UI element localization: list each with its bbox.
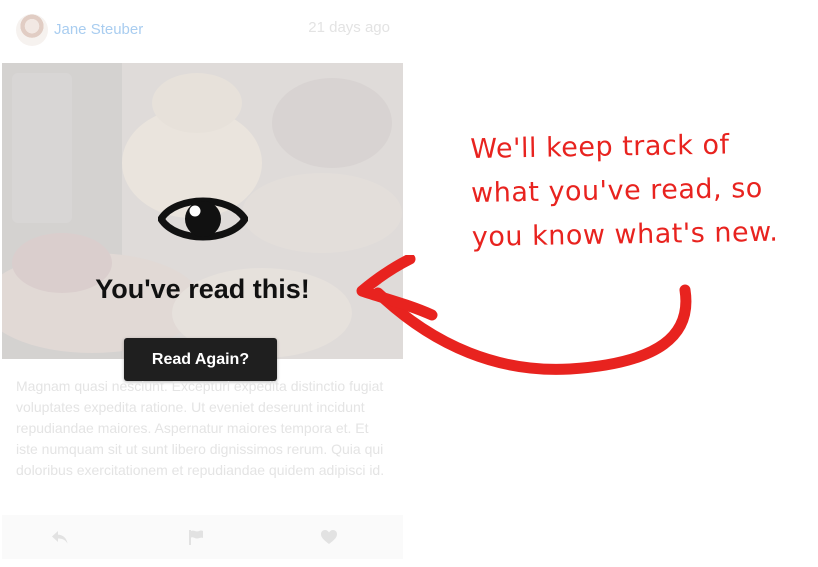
post-action-bar [2, 515, 403, 559]
reply-icon[interactable] [51, 528, 69, 546]
annotation-note: We'll keep track of what you've read, so… [470, 122, 818, 260]
post-body-text: Magnam quasi nesciunt. Excepturi expedit… [16, 378, 385, 478]
author-avatar[interactable] [16, 14, 48, 46]
post-header: Jane Steuber 21 days ago [16, 12, 390, 48]
annotation-line: you know what's new. [471, 216, 779, 253]
post-timestamp: 21 days ago [308, 19, 390, 36]
eye-icon [158, 197, 248, 241]
red-arrow-icon [356, 255, 692, 375]
read-again-button[interactable]: Read Again? [124, 338, 277, 381]
author-name-link[interactable]: Jane Steuber [54, 21, 143, 38]
flag-icon[interactable] [187, 528, 205, 546]
heart-icon[interactable] [320, 528, 338, 546]
annotation-line: We'll keep track of [470, 129, 730, 165]
annotation-line: what you've read, so [470, 172, 764, 209]
